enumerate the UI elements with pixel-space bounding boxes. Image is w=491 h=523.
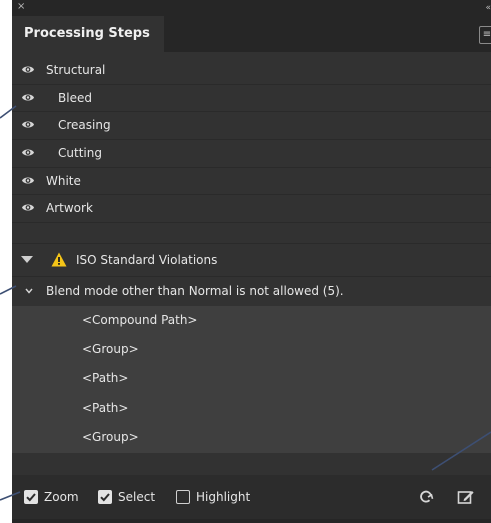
eye-icon[interactable] — [21, 92, 35, 103]
select-checkbox[interactable] — [98, 490, 112, 504]
highlight-checkbox[interactable] — [176, 490, 190, 504]
step-label: Artwork — [46, 201, 93, 216]
tab-bar: Processing Steps ≡ — [12, 16, 491, 52]
tab-processing-steps[interactable]: Processing Steps — [12, 16, 164, 52]
step-label: Creasing — [58, 118, 111, 133]
panel-footer: Zoom Select Highlight — [12, 475, 491, 519]
list-item[interactable]: <Path> — [12, 394, 491, 423]
zoom-checkbox[interactable] — [24, 490, 38, 504]
violation-rule-text: Blend mode other than Normal is not allo… — [46, 284, 344, 298]
step-artwork[interactable]: Artwork — [12, 195, 491, 224]
eye-icon[interactable] — [21, 202, 35, 213]
processing-steps-list: Structural Bleed Creasing Cutting White … — [12, 57, 491, 224]
list-item[interactable]: <Group> — [12, 423, 491, 452]
step-label: Structural — [46, 63, 106, 77]
refresh-icon[interactable] — [417, 488, 435, 506]
warning-icon — [51, 252, 67, 267]
list-item[interactable]: <Compound Path> — [12, 306, 491, 335]
violations-title: ISO Standard Violations — [76, 253, 218, 267]
eye-icon[interactable] — [21, 175, 35, 186]
edit-icon[interactable] — [457, 488, 475, 506]
step-label: White — [46, 173, 81, 188]
step-structural[interactable]: Structural — [12, 57, 491, 85]
highlight-label: Highlight — [196, 490, 251, 504]
chevron-down-icon[interactable] — [25, 287, 33, 295]
select-option[interactable]: Select — [98, 488, 155, 506]
panel-title-bar: × « — [12, 0, 491, 16]
eye-icon[interactable] — [21, 64, 35, 75]
collapse-panel-button[interactable]: « — [485, 2, 491, 14]
step-creasing[interactable]: Creasing — [12, 112, 491, 141]
section-divider — [12, 243, 491, 244]
step-cutting[interactable]: Cutting — [12, 140, 491, 168]
processing-steps-panel: × « Processing Steps ≡ Structural Bleed … — [12, 0, 491, 523]
list-item[interactable]: <Group> — [12, 335, 491, 364]
checkmark-icon — [26, 493, 36, 502]
list-item[interactable]: <Path> — [12, 364, 491, 393]
zoom-label: Zoom — [44, 490, 79, 504]
select-label: Select — [118, 490, 156, 504]
eye-icon[interactable] — [21, 119, 35, 130]
step-label: Cutting — [58, 146, 102, 161]
eye-icon[interactable] — [21, 147, 35, 158]
panel-menu-button[interactable]: ≡ — [479, 26, 491, 44]
checkmark-icon — [100, 493, 110, 502]
violating-objects-list: <Compound Path> <Group> <Path> <Path> <G… — [12, 306, 491, 453]
zoom-option[interactable]: Zoom — [24, 488, 79, 506]
step-white[interactable]: White — [12, 168, 491, 196]
violation-rule-row[interactable]: Blend mode other than Normal is not allo… — [12, 277, 491, 305]
close-panel-button[interactable]: × — [17, 1, 25, 13]
violations-header[interactable]: ISO Standard Violations — [12, 246, 491, 274]
step-label: Bleed — [58, 90, 92, 105]
step-bleed[interactable]: Bleed — [12, 85, 491, 113]
panel-bottom-edge — [12, 519, 491, 523]
disclosure-triangle-icon[interactable] — [21, 256, 33, 263]
highlight-option[interactable]: Highlight — [176, 488, 250, 506]
